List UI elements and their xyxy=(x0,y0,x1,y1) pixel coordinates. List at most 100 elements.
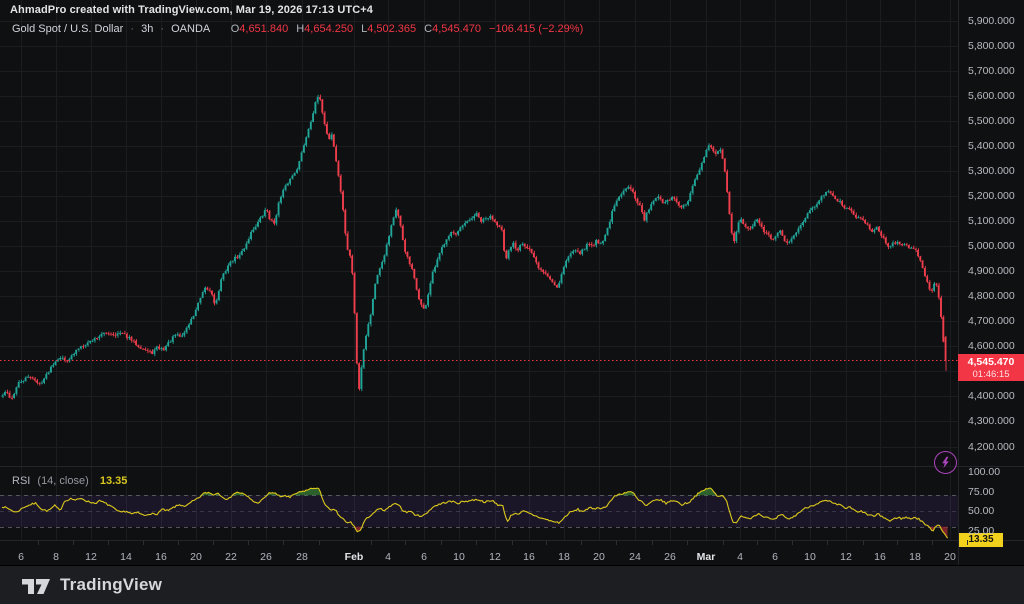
price-axis-label: 4,700.000 xyxy=(968,315,1015,327)
price-axis-label: 5,100.000 xyxy=(968,215,1015,227)
footer-bar: TradingView xyxy=(0,565,1024,604)
symbol-legend[interactable]: Gold Spot / U.S. Dollar · 3h · OANDA O4,… xyxy=(12,23,583,35)
time-axis-tick xyxy=(792,540,793,545)
open-value: 4,651.840 xyxy=(239,23,288,35)
rsi-current-value: 13.35 xyxy=(100,475,128,487)
lightning-icon xyxy=(939,456,952,469)
last-price-label: 4,545.470 01:46:15 xyxy=(958,354,1024,381)
symbol-title[interactable]: Gold Spot / U.S. Dollar xyxy=(12,23,123,35)
price-axis-label: 5,700.000 xyxy=(968,65,1015,77)
time-axis-tick xyxy=(512,540,513,545)
price-axis-label: 4,600.000 xyxy=(968,340,1015,352)
time-axis-tick xyxy=(319,540,320,545)
time-axis-tick xyxy=(108,540,109,545)
time-axis-label: 18 xyxy=(558,551,570,563)
time-axis-tick xyxy=(967,540,968,545)
time-axis-tick xyxy=(687,540,688,545)
time-axis-label: 6 xyxy=(772,551,778,563)
time-axis-tick xyxy=(932,540,933,545)
time-axis-label: 6 xyxy=(421,551,427,563)
time-axis-tick xyxy=(38,540,39,545)
price-axis-label: 4,400.000 xyxy=(968,390,1015,402)
quick-action-button[interactable] xyxy=(934,451,957,474)
pane-separator[interactable] xyxy=(0,466,1024,467)
high-label: H xyxy=(296,23,304,35)
time-axis-label: 10 xyxy=(804,551,816,563)
low-value: 4,502.365 xyxy=(367,23,416,35)
price-axis-label: 5,300.000 xyxy=(968,165,1015,177)
time-axis-tick xyxy=(581,540,582,545)
time-axis-label: 20 xyxy=(593,551,605,563)
price-axis-label: 5,800.000 xyxy=(968,40,1015,52)
tradingview-chart-window: { "header": { "attribution": "AhmadPro c… xyxy=(0,0,1024,604)
time-axis-label: 14 xyxy=(120,551,132,563)
price-axis-label: 5,000.000 xyxy=(968,240,1015,252)
time-axis-label: 10 xyxy=(453,551,465,563)
last-price-value: 4,545.470 xyxy=(958,356,1024,369)
open-label: O xyxy=(231,23,240,35)
time-axis-tick xyxy=(863,540,864,545)
close-value: 4,545.470 xyxy=(432,23,481,35)
tradingview-logo-icon[interactable] xyxy=(22,576,51,595)
price-axis-label: 4,300.000 xyxy=(968,415,1015,427)
time-axis-label: 12 xyxy=(840,551,852,563)
time-axis-tick xyxy=(723,540,724,545)
close-label: C xyxy=(424,23,432,35)
time-axis-label: 20 xyxy=(944,551,956,563)
time-axis-tick xyxy=(441,540,442,545)
price-axis-label: 4,200.000 xyxy=(968,441,1015,453)
time-axis-label: 12 xyxy=(85,551,97,563)
rsi-axis-label: 75.00 xyxy=(968,486,994,498)
ohlc-values: O4,651.840H4,654.250L4,502.365C4,545.470… xyxy=(223,23,584,35)
time-axis-label: 8 xyxy=(53,551,59,563)
time-axis-label: 6 xyxy=(18,551,24,563)
time-axis-label: 20 xyxy=(190,551,202,563)
time-axis-label: 24 xyxy=(629,551,641,563)
time-axis-label: 16 xyxy=(523,551,535,563)
price-axis-label: 5,200.000 xyxy=(968,190,1015,202)
symbol-interval[interactable]: 3h xyxy=(141,23,153,35)
time-axis-label: 26 xyxy=(260,551,272,563)
price-axis-label: 4,800.000 xyxy=(968,290,1015,302)
time-axis-label: 4 xyxy=(737,551,743,563)
time-axis-label: Mar xyxy=(697,551,716,563)
time-axis-tick xyxy=(213,540,214,545)
time-axis-label: 12 xyxy=(489,551,501,563)
price-axis-label: 5,900.000 xyxy=(968,15,1015,27)
rsi-legend[interactable]: RSI (14, close) 13.35 xyxy=(12,475,127,487)
time-axis-tick xyxy=(616,540,617,545)
time-axis-tick xyxy=(897,540,898,545)
rsi-title[interactable]: RSI xyxy=(12,475,30,487)
legend-separator: · xyxy=(160,23,164,35)
time-axis-tick xyxy=(476,540,477,545)
time-axis-tick xyxy=(178,540,179,545)
rsi-axis-label: 25.00 xyxy=(968,525,994,537)
legend-separator: · xyxy=(130,23,134,35)
change-value: −106.415 (−2.29%) xyxy=(489,23,583,35)
time-axis-label: Feb xyxy=(345,551,364,563)
time-axis-tick xyxy=(652,540,653,545)
rsi-params: (14, close) xyxy=(37,475,88,487)
time-axis-tick xyxy=(143,540,144,545)
price-axis-label: 5,600.000 xyxy=(968,90,1015,102)
rsi-axis-label: 100.00 xyxy=(968,466,1000,478)
time-axis-label: 4 xyxy=(385,551,391,563)
price-axis-label: 5,500.000 xyxy=(968,115,1015,127)
symbol-exchange[interactable]: OANDA xyxy=(171,23,210,35)
price-axis[interactable] xyxy=(958,0,1024,565)
time-axis-tick xyxy=(283,540,284,545)
high-value: 4,654.250 xyxy=(304,23,353,35)
time-axis-tick xyxy=(405,540,406,545)
rsi-axis-label: 50.00 xyxy=(968,505,994,517)
attribution-text: AhmadPro created with TradingView.com, M… xyxy=(10,4,373,16)
time-axis-tick xyxy=(757,540,758,545)
time-axis-tick xyxy=(73,540,74,545)
time-axis-label: 26 xyxy=(664,551,676,563)
time-axis-label: 16 xyxy=(874,551,886,563)
time-axis-tick xyxy=(546,540,547,545)
candlestick-chart-canvas[interactable] xyxy=(0,0,958,540)
tradingview-brand-text[interactable]: TradingView xyxy=(60,575,162,595)
time-axis-label: 22 xyxy=(225,551,237,563)
bar-countdown: 01:46:15 xyxy=(958,369,1024,380)
time-axis-tick xyxy=(248,540,249,545)
